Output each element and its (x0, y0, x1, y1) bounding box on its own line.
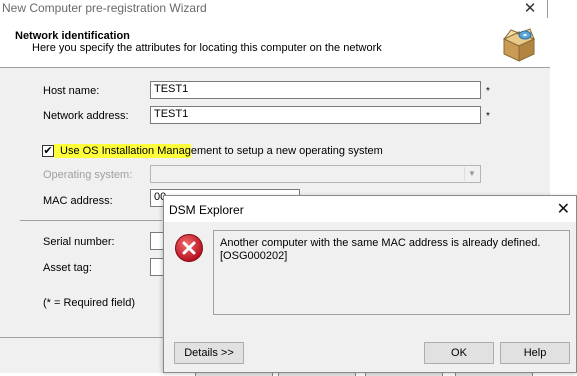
error-icon (175, 234, 203, 262)
use-os-installation-label: Use OS Installation Management to setup … (60, 145, 383, 157)
ok-button[interactable]: OK (424, 342, 494, 364)
header-title: Network identification (15, 30, 130, 42)
host-name-required-marker: * (486, 86, 490, 97)
error-code-text: [OSG000202] (220, 250, 288, 262)
operating-system-label: Operating system: (43, 169, 133, 181)
network-address-input[interactable]: TEST1 (150, 106, 481, 124)
help-button[interactable]: Help (500, 342, 570, 364)
package-box-icon (502, 28, 536, 62)
serial-number-label: Serial number: (43, 236, 115, 248)
network-address-required-marker: * (486, 111, 490, 122)
wizard-titlebar: New Computer pre-registration Wizard ✕ (0, 0, 550, 18)
chevron-down-icon[interactable]: ▼ (464, 167, 479, 181)
wizard-close-icon[interactable]: ✕ (518, 0, 542, 17)
dialog-title: DSM Explorer (169, 203, 244, 217)
dsm-explorer-dialog: DSM Explorer ✕ Another computer with the… (163, 195, 577, 373)
titlebar-divider (547, 0, 548, 18)
serial-number-input[interactable] (150, 232, 164, 250)
wizard-title: New Computer pre-registration Wizard (2, 1, 207, 15)
button-bar-divider (0, 337, 165, 338)
host-name-input[interactable]: TEST1 (150, 81, 481, 99)
network-address-label: Network address: (43, 110, 129, 122)
operating-system-select[interactable]: ▼ (150, 165, 481, 183)
details-button[interactable]: Details >> (174, 342, 244, 364)
wizard-header: Network identification Here you specify … (0, 18, 550, 68)
form-divider (20, 220, 162, 221)
dialog-close-icon[interactable]: ✕ (557, 199, 570, 219)
use-os-installation-checkbox[interactable]: ✔ (42, 145, 54, 157)
error-message-box: Another computer with the same MAC addre… (213, 230, 570, 315)
mac-address-label: MAC address: (43, 195, 113, 207)
error-message-text: Another computer with the same MAC addre… (220, 237, 541, 249)
dialog-titlebar: DSM Explorer ✕ (164, 196, 576, 222)
required-field-note: (* = Required field) (43, 297, 136, 309)
host-name-label: Host name: (43, 85, 100, 97)
asset-tag-input[interactable] (150, 258, 164, 276)
header-subtitle: Here you specify the attributes for loca… (32, 42, 382, 54)
asset-tag-label: Asset tag: (43, 262, 92, 274)
